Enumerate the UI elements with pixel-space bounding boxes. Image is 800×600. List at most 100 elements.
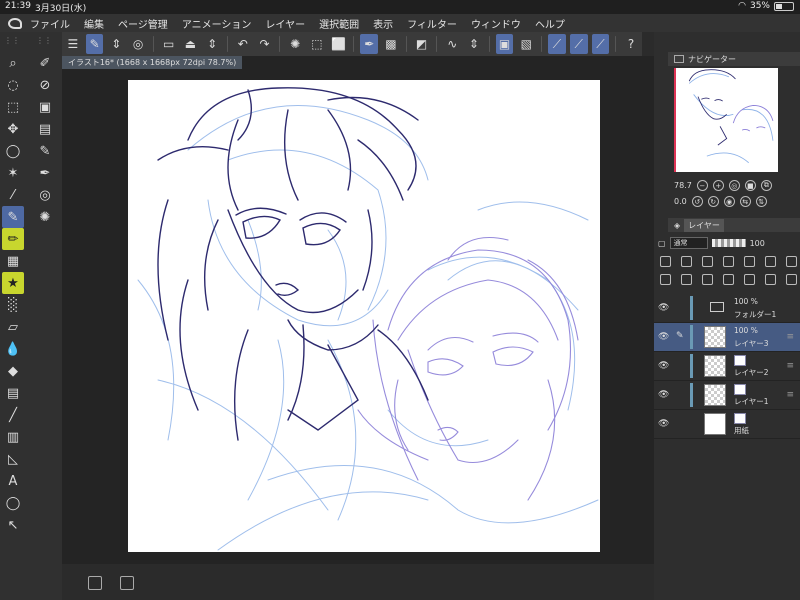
subtool-circle-icon[interactable]: ⊘ bbox=[34, 74, 56, 96]
layer-overlay-icon[interactable]: ▣ bbox=[495, 34, 514, 54]
menu-icon[interactable]: ☰ bbox=[64, 34, 82, 54]
subtool-palette-icon[interactable]: ◎ bbox=[34, 184, 56, 206]
eyedropper-icon[interactable]: ⁄ bbox=[2, 184, 24, 206]
pen-mode-icon[interactable]: ✒ bbox=[360, 34, 379, 54]
merge-down-icon[interactable] bbox=[744, 274, 755, 285]
reference-layer-icon[interactable]: ▧ bbox=[517, 34, 535, 54]
undo-icon[interactable]: ↶ bbox=[234, 34, 252, 54]
layer-menu-icon[interactable]: ≡ bbox=[786, 361, 794, 371]
subtool-brush-icon[interactable]: ✒ bbox=[34, 162, 56, 184]
menu-help[interactable]: ヘルプ bbox=[535, 16, 565, 31]
edit-mode-icon[interactable]: ✎ bbox=[85, 34, 104, 54]
subtool-film-icon[interactable]: ▤ bbox=[34, 118, 56, 140]
subtool-stamp-icon[interactable]: ✺ bbox=[34, 206, 56, 228]
updown-icon[interactable]: ⇕ bbox=[465, 34, 483, 54]
layer-row-selected[interactable]: 👁 ✎ 100 % レイヤー3 ≡ bbox=[654, 323, 800, 352]
pen-tool-icon[interactable]: ✎ bbox=[2, 206, 24, 228]
pages-icon[interactable] bbox=[88, 576, 102, 590]
layer-color-icon[interactable]: ◩ bbox=[413, 34, 431, 54]
zoom-in-icon[interactable]: + bbox=[712, 180, 724, 191]
lasso-select-icon[interactable]: ◌ bbox=[2, 74, 24, 96]
menu-selection[interactable]: 選択範囲 bbox=[319, 16, 359, 31]
frame-tool-icon[interactable]: ▥ bbox=[2, 426, 24, 448]
reference-image-icon[interactable]: ▩ bbox=[382, 34, 400, 54]
tab-layer[interactable]: レイヤー bbox=[684, 218, 724, 232]
selection-tool-icon[interactable]: ◯ bbox=[2, 140, 24, 162]
visibility-eye-icon[interactable]: 👁 bbox=[658, 361, 669, 371]
reset-rotation-icon[interactable]: ◉ bbox=[723, 196, 735, 207]
clip-icon[interactable] bbox=[660, 256, 671, 267]
menu-file[interactable]: ファイル bbox=[30, 16, 70, 31]
menu-window[interactable]: ウィンドウ bbox=[471, 16, 521, 31]
app-logo-icon[interactable] bbox=[0, 14, 30, 32]
save-icon[interactable]: ⏏ bbox=[182, 34, 200, 54]
decoration-tool-icon[interactable]: ★ bbox=[2, 272, 24, 294]
layer-row-folder[interactable]: 👁 100 % フォルダー1 bbox=[654, 294, 800, 323]
layer-row[interactable]: 👁 レイヤー1 ≡ bbox=[654, 381, 800, 410]
lock-icon[interactable] bbox=[702, 256, 713, 267]
visibility-eye-icon[interactable]: 👁 bbox=[658, 332, 669, 342]
layer-color-square-icon[interactable]: ▢ bbox=[658, 239, 666, 248]
new-vector-layer-icon[interactable] bbox=[681, 274, 692, 285]
move-tool-icon[interactable]: ✥ bbox=[2, 118, 24, 140]
document-tab[interactable]: イラスト16* (1668 x 1668px 72dpi 78.7%) bbox=[62, 56, 243, 69]
delete-layer-icon[interactable] bbox=[786, 274, 797, 285]
menu-filter[interactable]: フィルター bbox=[407, 16, 457, 31]
new-raster-layer-icon[interactable] bbox=[660, 274, 671, 285]
mask-icon[interactable] bbox=[744, 256, 755, 267]
menu-layer[interactable]: レイヤー bbox=[265, 16, 305, 31]
new-folder-icon[interactable] bbox=[702, 274, 713, 285]
fit-icon[interactable]: ◎ bbox=[728, 180, 740, 191]
menu-view[interactable]: 表示 bbox=[373, 16, 393, 31]
visibility-eye-icon[interactable]: 👁 bbox=[658, 390, 669, 400]
magic-wand-icon[interactable]: ✶ bbox=[2, 162, 24, 184]
text-tool-icon[interactable]: A bbox=[2, 470, 24, 492]
brush-tool-icon[interactable]: ▦ bbox=[2, 250, 24, 272]
updown-icon[interactable]: ⇕ bbox=[203, 34, 221, 54]
transform-icon[interactable]: ⬜ bbox=[330, 34, 348, 54]
loading-icon[interactable]: ✺ bbox=[286, 34, 304, 54]
fill-tool-icon[interactable]: ◆ bbox=[2, 360, 24, 382]
visibility-eye-icon[interactable]: 👁 bbox=[658, 303, 669, 313]
balloon-tool-icon[interactable]: ◯ bbox=[2, 492, 24, 514]
subtool-pen-settings-icon[interactable]: ✎ bbox=[34, 140, 56, 162]
select-all-icon[interactable]: ⬚ bbox=[308, 34, 326, 54]
opacity-value[interactable]: 100 bbox=[750, 239, 765, 248]
flip-vertical-icon[interactable]: ⇅ bbox=[755, 196, 767, 207]
stabilizer-2-icon[interactable]: ⟋ bbox=[569, 34, 588, 54]
layer-menu-icon[interactable]: ≡ bbox=[786, 390, 794, 400]
stabilizer-1-icon[interactable]: ⟋ bbox=[548, 34, 566, 54]
rotate-left-icon[interactable]: ↺ bbox=[691, 196, 703, 207]
zoom-out-icon[interactable]: − bbox=[696, 180, 708, 191]
settings-icon[interactable] bbox=[120, 576, 134, 590]
zoom-tool-icon[interactable]: ⌕ bbox=[2, 52, 24, 74]
layer-row-paper[interactable]: 👁 用紙 bbox=[654, 410, 800, 439]
copy-layer-icon[interactable] bbox=[723, 274, 734, 285]
tone-curve-icon[interactable]: ∿ bbox=[443, 34, 461, 54]
line-tool-icon[interactable]: ╱ bbox=[2, 404, 24, 426]
opacity-slider[interactable] bbox=[711, 239, 746, 247]
menu-page[interactable]: ページ管理 bbox=[118, 16, 168, 31]
correct-line-icon[interactable]: ↖ bbox=[2, 514, 24, 536]
layer-color-icon[interactable] bbox=[786, 256, 797, 267]
menu-edit[interactable]: 編集 bbox=[84, 16, 104, 31]
stabilizer-3-icon[interactable]: ⟋ bbox=[591, 34, 610, 54]
ruler-icon[interactable] bbox=[765, 256, 776, 267]
reference-icon[interactable] bbox=[681, 256, 692, 267]
ruler-tool-icon[interactable]: ◺ bbox=[2, 448, 24, 470]
flip-horizontal-icon[interactable]: ⇆ bbox=[739, 196, 751, 207]
navigator-thumbnail[interactable] bbox=[674, 68, 778, 172]
airbrush-icon[interactable]: ░ bbox=[2, 294, 24, 316]
lock-transparency-icon[interactable] bbox=[723, 256, 734, 267]
actual-size-icon[interactable]: ■ bbox=[744, 180, 756, 191]
layer-mask-icon[interactable] bbox=[765, 274, 776, 285]
object-tool-icon[interactable]: ⬚ bbox=[2, 96, 24, 118]
fit-window-icon[interactable]: ⧉ bbox=[760, 180, 772, 191]
updown-icon[interactable]: ⇕ bbox=[107, 34, 125, 54]
layer-row[interactable]: 👁 レイヤー2 ≡ bbox=[654, 352, 800, 381]
redo-icon[interactable]: ↷ bbox=[256, 34, 274, 54]
help-icon[interactable]: ? bbox=[622, 34, 640, 54]
eraser-icon[interactable]: ▱ bbox=[2, 316, 24, 338]
rotate-icon[interactable]: ◎ bbox=[129, 34, 147, 54]
open-folder-icon[interactable]: ▭ bbox=[160, 34, 178, 54]
